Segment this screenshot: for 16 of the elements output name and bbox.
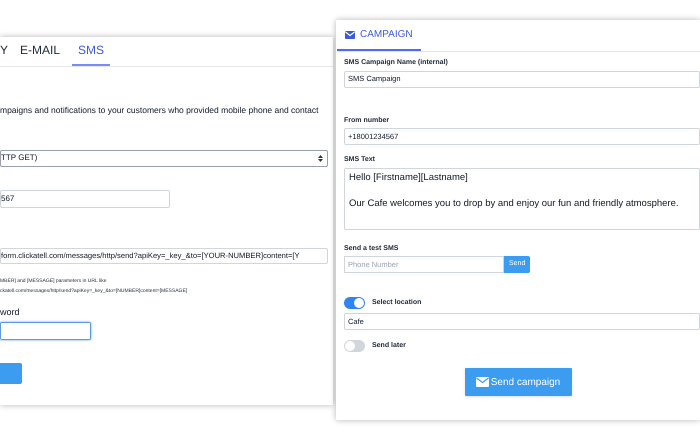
sort-arrows-icon	[318, 154, 323, 162]
tab[interactable]: E-MAIL	[20, 41, 60, 66]
sms-textarea[interactable]: Hello [Firstname][Lastname] Our Cafe welcomes you to drop by and enjoy our fun and friendly atmosphere.	[344, 168, 700, 230]
tab[interactable]: SMS	[72, 41, 110, 66]
method-select[interactable]: TTP GET)	[0, 150, 328, 167]
envelope-icon	[476, 377, 489, 387]
toggle-switch[interactable]	[344, 340, 365, 352]
toggle-switch[interactable]	[344, 297, 365, 309]
submit-button[interactable]	[0, 363, 22, 384]
password-field[interactable]	[0, 322, 91, 340]
tab[interactable]: CAMPAIGN	[337, 20, 421, 51]
number-field[interactable]: 567	[0, 190, 170, 208]
tab[interactable]: Y	[0, 41, 8, 66]
field-label: word	[0, 306, 21, 319]
envelope-icon	[345, 30, 355, 38]
description-text: mpaigns and notifications to your customers who provided mobile phone and contact	[0, 104, 320, 117]
